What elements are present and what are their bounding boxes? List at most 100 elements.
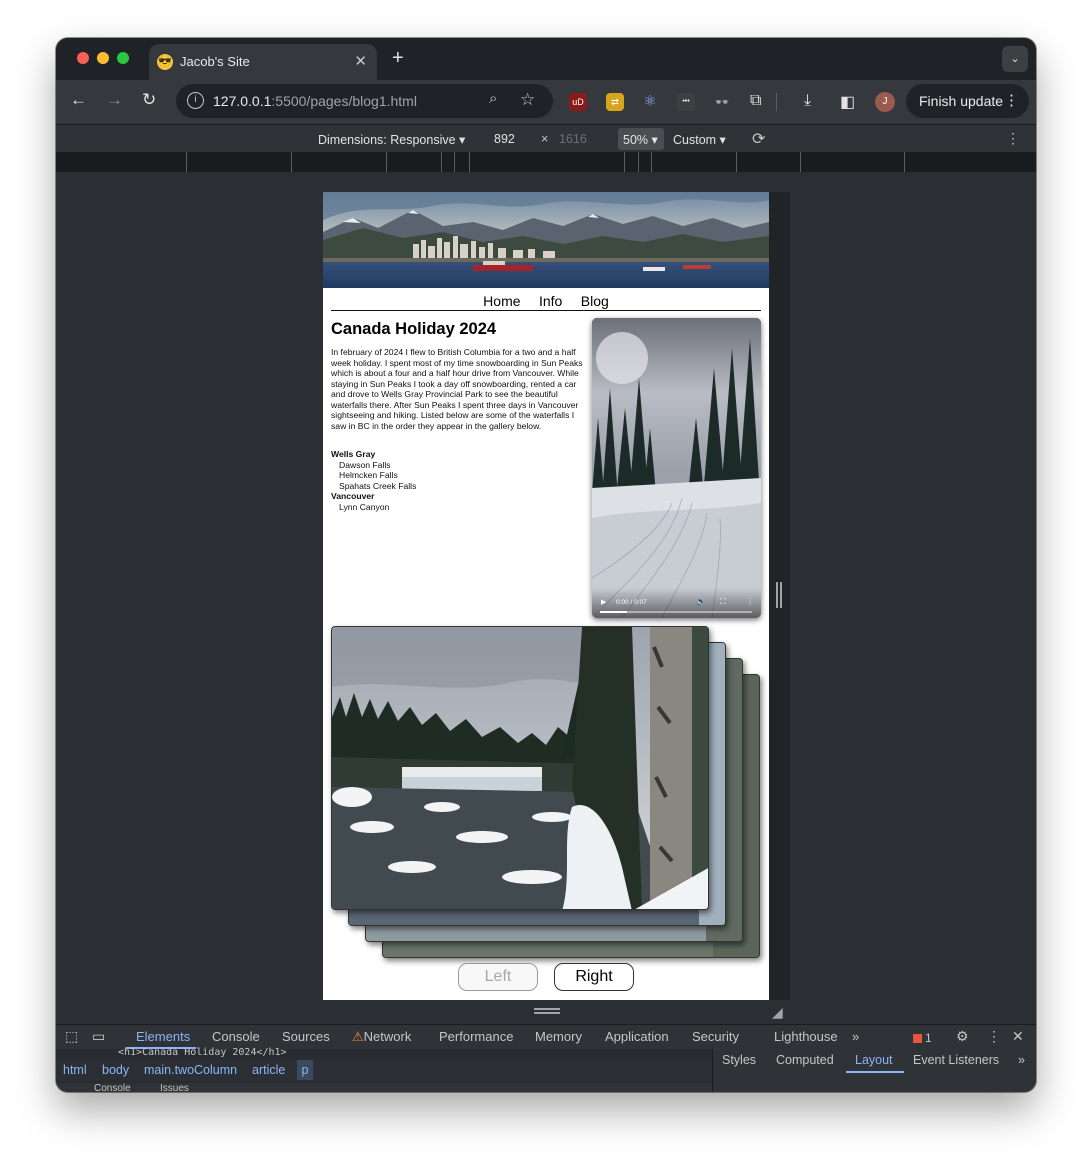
more-tabs-icon[interactable]: » [852, 1029, 859, 1044]
menu-dots-icon[interactable]: ⋮ [1004, 84, 1019, 118]
waterfall-item: Lynn Canyon [339, 501, 390, 512]
google-translate-icon[interactable]: ⇄ [606, 93, 624, 111]
waterfall-item: Spahats Creek Falls [339, 480, 417, 491]
devtools-tab-console[interactable]: Console [212, 1029, 260, 1044]
play-icon[interactable]: ▶ [601, 598, 606, 606]
dimensions-dropdown[interactable]: Dimensions: Responsive ▾ [318, 132, 465, 147]
side-tab-layout[interactable]: Layout [855, 1053, 893, 1067]
dom-tree-line[interactable]: <h1>Canada Holiday 2024</h1> [118, 1047, 287, 1058]
ruler-tick [651, 152, 652, 172]
bookmark-star-icon[interactable]: ☆ [520, 90, 535, 110]
media-query-ruler[interactable] [56, 152, 1036, 172]
waterfall-list: Wells Gray Dawson Falls Helmcken Falls S… [331, 449, 581, 513]
devtools-close-icon[interactable]: ✕ [1012, 1028, 1024, 1045]
video-progress-bar[interactable] [600, 611, 752, 613]
inspect-element-icon[interactable]: ⬚ [65, 1028, 78, 1045]
gallery-left-button[interactable]: Left [458, 963, 538, 991]
url-text[interactable]: 127.0.0.1:5500/pages/blog1.html [213, 93, 417, 109]
gallery-right-button[interactable]: Right [554, 963, 634, 991]
download-icon[interactable]: ⤓ [804, 92, 811, 110]
sunglasses-favicon-icon: 😎 [157, 54, 173, 70]
tab-search-chevron-icon[interactable]: ⌄ [1002, 46, 1028, 72]
zoom-magnifier-icon[interactable]: ⌕ [489, 90, 497, 107]
breadcrumb-html[interactable]: html [63, 1063, 87, 1077]
devtools-more-icon[interactable]: ⋮ [987, 1028, 1001, 1045]
devtools-tab-elements[interactable]: Elements [136, 1029, 190, 1044]
drawer-tab-bar: Console Issues [56, 1083, 712, 1092]
resize-handle-bottom[interactable] [534, 1008, 560, 1014]
snowboard-video[interactable]: ▶ 0:00 / 0:07 🔈 ⛶ ⋮ [592, 318, 761, 618]
device-more-icon[interactable]: ⋮ [1006, 130, 1020, 147]
side-panel-icon[interactable]: ◧ [840, 92, 855, 112]
extensions-puzzle-icon[interactable]: ⧉ [750, 92, 761, 110]
drawer-tab-issues[interactable]: Issues [160, 1083, 189, 1092]
devtools-settings-gear-icon[interactable]: ⚙ [956, 1028, 969, 1045]
width-input[interactable]: 892 [494, 132, 515, 146]
dom-breadcrumbs: html body main.twoColumn article p [56, 1059, 712, 1081]
video-controls: ▶ 0:00 / 0:07 🔈 ⛶ ⋮ [592, 588, 761, 618]
reload-icon[interactable]: ↻ [142, 90, 156, 110]
back-arrow-icon[interactable]: ← [70, 90, 87, 110]
ruler-tick [454, 152, 455, 172]
tab-jacobs-site[interactable]: 😎 Jacob's Site ✕ [149, 44, 377, 80]
devtools-tab-lighthouse[interactable]: Lighthouse [774, 1029, 838, 1044]
height-input[interactable]: 1616 [559, 132, 587, 146]
minimize-window-button[interactable] [97, 52, 109, 64]
devtools-tab-performance[interactable]: Performance [439, 1029, 513, 1044]
breadcrumb-main[interactable]: main.twoColumn [144, 1063, 237, 1077]
devtools-tab-memory[interactable]: Memory [535, 1029, 582, 1044]
site-info-icon[interactable]: i [187, 92, 204, 109]
video-more-icon[interactable]: ⋮ [746, 597, 754, 606]
breadcrumb-p[interactable]: p [297, 1060, 313, 1080]
post-body: In february of 2024 I flew to British Co… [331, 347, 583, 431]
devtools-tab-network[interactable]: ⚠Network [352, 1029, 411, 1045]
resize-corner-icon[interactable]: ◢ [772, 1004, 783, 1021]
waterfall-item: Dawson Falls [339, 459, 391, 470]
throttle-dropdown[interactable]: Custom ▾ [673, 132, 726, 147]
gallery-card-front[interactable] [331, 626, 709, 910]
ruler-tick [638, 152, 639, 172]
ruler-tick [469, 152, 470, 172]
fullscreen-icon[interactable]: ⛶ [720, 597, 726, 607]
side-tab-styles[interactable]: Styles [722, 1053, 756, 1067]
glasses-extension-icon[interactable]: 👓 [713, 93, 731, 111]
browser-toolbar: ← → ↻ i 127.0.0.1:5500/pages/blog1.html … [56, 80, 1036, 124]
tab-title: Jacob's Site [180, 54, 250, 69]
devtools-tab-bar: ⬚ ▭ Elements Console Sources ⚠Network Pe… [56, 1025, 1036, 1049]
devtools-tab-application[interactable]: Application [605, 1029, 669, 1044]
address-bar[interactable]: i 127.0.0.1:5500/pages/blog1.html ⌕ ☆ [176, 84, 553, 118]
error-badge[interactable]: 1 [913, 1031, 932, 1045]
video-frame-image [592, 318, 761, 618]
tab-close-icon[interactable]: ✕ [354, 52, 367, 70]
side-tab-computed[interactable]: Computed [776, 1053, 834, 1067]
close-window-button[interactable] [77, 52, 89, 64]
devtools-tab-security[interactable]: Security [692, 1029, 739, 1044]
drawer-tab-console[interactable]: Console [94, 1083, 131, 1092]
nav-link-blog[interactable]: Blog [581, 293, 609, 309]
breadcrumb-article[interactable]: article [252, 1063, 285, 1077]
styles-side-panel: Styles Computed Layout Event Listeners » [712, 1049, 1036, 1092]
extension-dots-icon[interactable]: ••• [677, 93, 695, 111]
zoom-window-button[interactable] [117, 52, 129, 64]
volume-icon[interactable]: 🔈 [696, 597, 706, 606]
devtools-tab-sources[interactable]: Sources [282, 1029, 330, 1044]
region-label: Vancouver [331, 491, 375, 502]
throttle-label: Custom [673, 133, 717, 147]
react-devtools-icon[interactable]: ⚛ [641, 93, 659, 111]
resize-handle-right[interactable] [776, 582, 782, 608]
new-tab-plus-icon[interactable]: + [392, 47, 404, 70]
rotate-icon[interactable]: ⟳ [752, 129, 765, 149]
zoom-label: 50% ▾ [623, 133, 658, 147]
device-toggle-icon[interactable]: ▭ [92, 1028, 105, 1045]
breadcrumb-body[interactable]: body [102, 1063, 129, 1077]
device-viewport: Home Info Blog Canada Holiday 2024 In fe… [56, 172, 1036, 1024]
nav-link-info[interactable]: Info [539, 293, 562, 309]
forward-arrow-icon[interactable]: → [106, 90, 123, 110]
finish-update-button[interactable]: Finish update ⋮ [906, 84, 1029, 118]
ublock-icon[interactable]: uD [569, 93, 587, 111]
side-tab-event-listeners[interactable]: Event Listeners [913, 1053, 999, 1067]
region-label: Wells Gray [331, 449, 376, 459]
side-more-tabs-icon[interactable]: » [1018, 1053, 1025, 1067]
nav-link-home[interactable]: Home [483, 293, 520, 309]
profile-avatar[interactable]: J [875, 92, 895, 112]
